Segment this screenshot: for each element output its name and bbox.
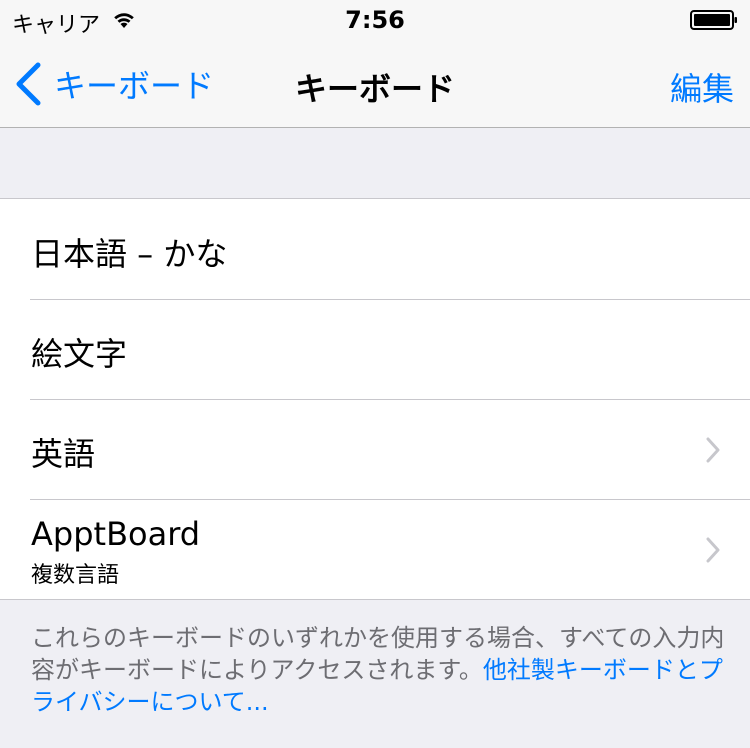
privacy-footer-note: これらのキーボードのいずれかを使用する場合、すべての入力内容がキーボードによりア… xyxy=(31,622,725,718)
keyboard-row-japanese-kana[interactable]: 日本語 – かな xyxy=(0,199,750,299)
keyboard-row-apptboard[interactable]: ApptBoard 複数言語 xyxy=(0,499,750,599)
keyboard-row-label: ApptBoard xyxy=(31,515,201,553)
page-title: キーボード xyxy=(294,70,455,108)
keyboard-row-english[interactable]: 英語 xyxy=(0,399,750,499)
keyboard-row-label: 英語 xyxy=(31,435,96,473)
chevron-right-icon xyxy=(706,437,720,463)
battery-icon xyxy=(690,10,737,30)
keyboard-row-sublabel: 複数言語 xyxy=(31,563,120,588)
navigation-bar: キーボード キーボード 編集 xyxy=(0,40,750,128)
keyboard-list: 日本語 – かな 絵文字 英語 ApptBoard 複数言語 xyxy=(0,198,750,600)
chevron-right-icon xyxy=(706,537,720,563)
status-time: 7:56 xyxy=(345,6,405,34)
status-bar: キャリア 7:56 xyxy=(0,0,750,40)
edit-button[interactable]: 編集 xyxy=(670,64,734,110)
keyboard-row-emoji[interactable]: 絵文字 xyxy=(0,299,750,399)
keyboard-row-label: 日本語 – かな xyxy=(31,235,228,273)
keyboard-row-label: 絵文字 xyxy=(31,335,128,373)
